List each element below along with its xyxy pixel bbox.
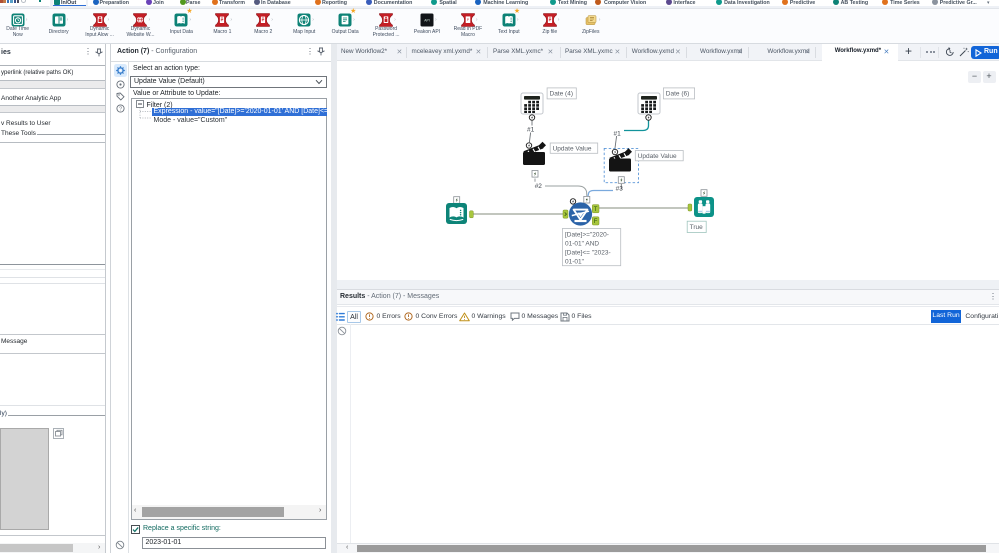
svg-text:Update Value: Update Value: [553, 145, 592, 152]
svg-text:F: F: [594, 219, 598, 225]
svg-text:Update Value: Update Value: [638, 153, 677, 160]
svg-text:Date (4): Date (4): [550, 91, 573, 98]
svg-text:#1: #1: [527, 127, 535, 134]
svg-text:[Date]<= "2023-: [Date]<= "2023-: [565, 249, 611, 256]
svg-text:Date (6): Date (6): [666, 91, 689, 98]
svg-text:P: P: [467, 18, 469, 22]
svg-text:#3: #3: [616, 186, 624, 193]
svg-text:[Date]>="2020-: [Date]>="2020-: [565, 231, 609, 238]
svg-text:#1: #1: [614, 130, 622, 137]
svg-text:#2: #2: [535, 183, 543, 190]
svg-text:API: API: [424, 19, 430, 23]
svg-text:T: T: [594, 207, 598, 213]
svg-text:True: True: [690, 224, 704, 231]
svg-text:?: ?: [119, 107, 122, 113]
svg-text:01-01" AND: 01-01" AND: [565, 240, 599, 247]
svg-text:01-01": 01-01": [565, 258, 585, 265]
